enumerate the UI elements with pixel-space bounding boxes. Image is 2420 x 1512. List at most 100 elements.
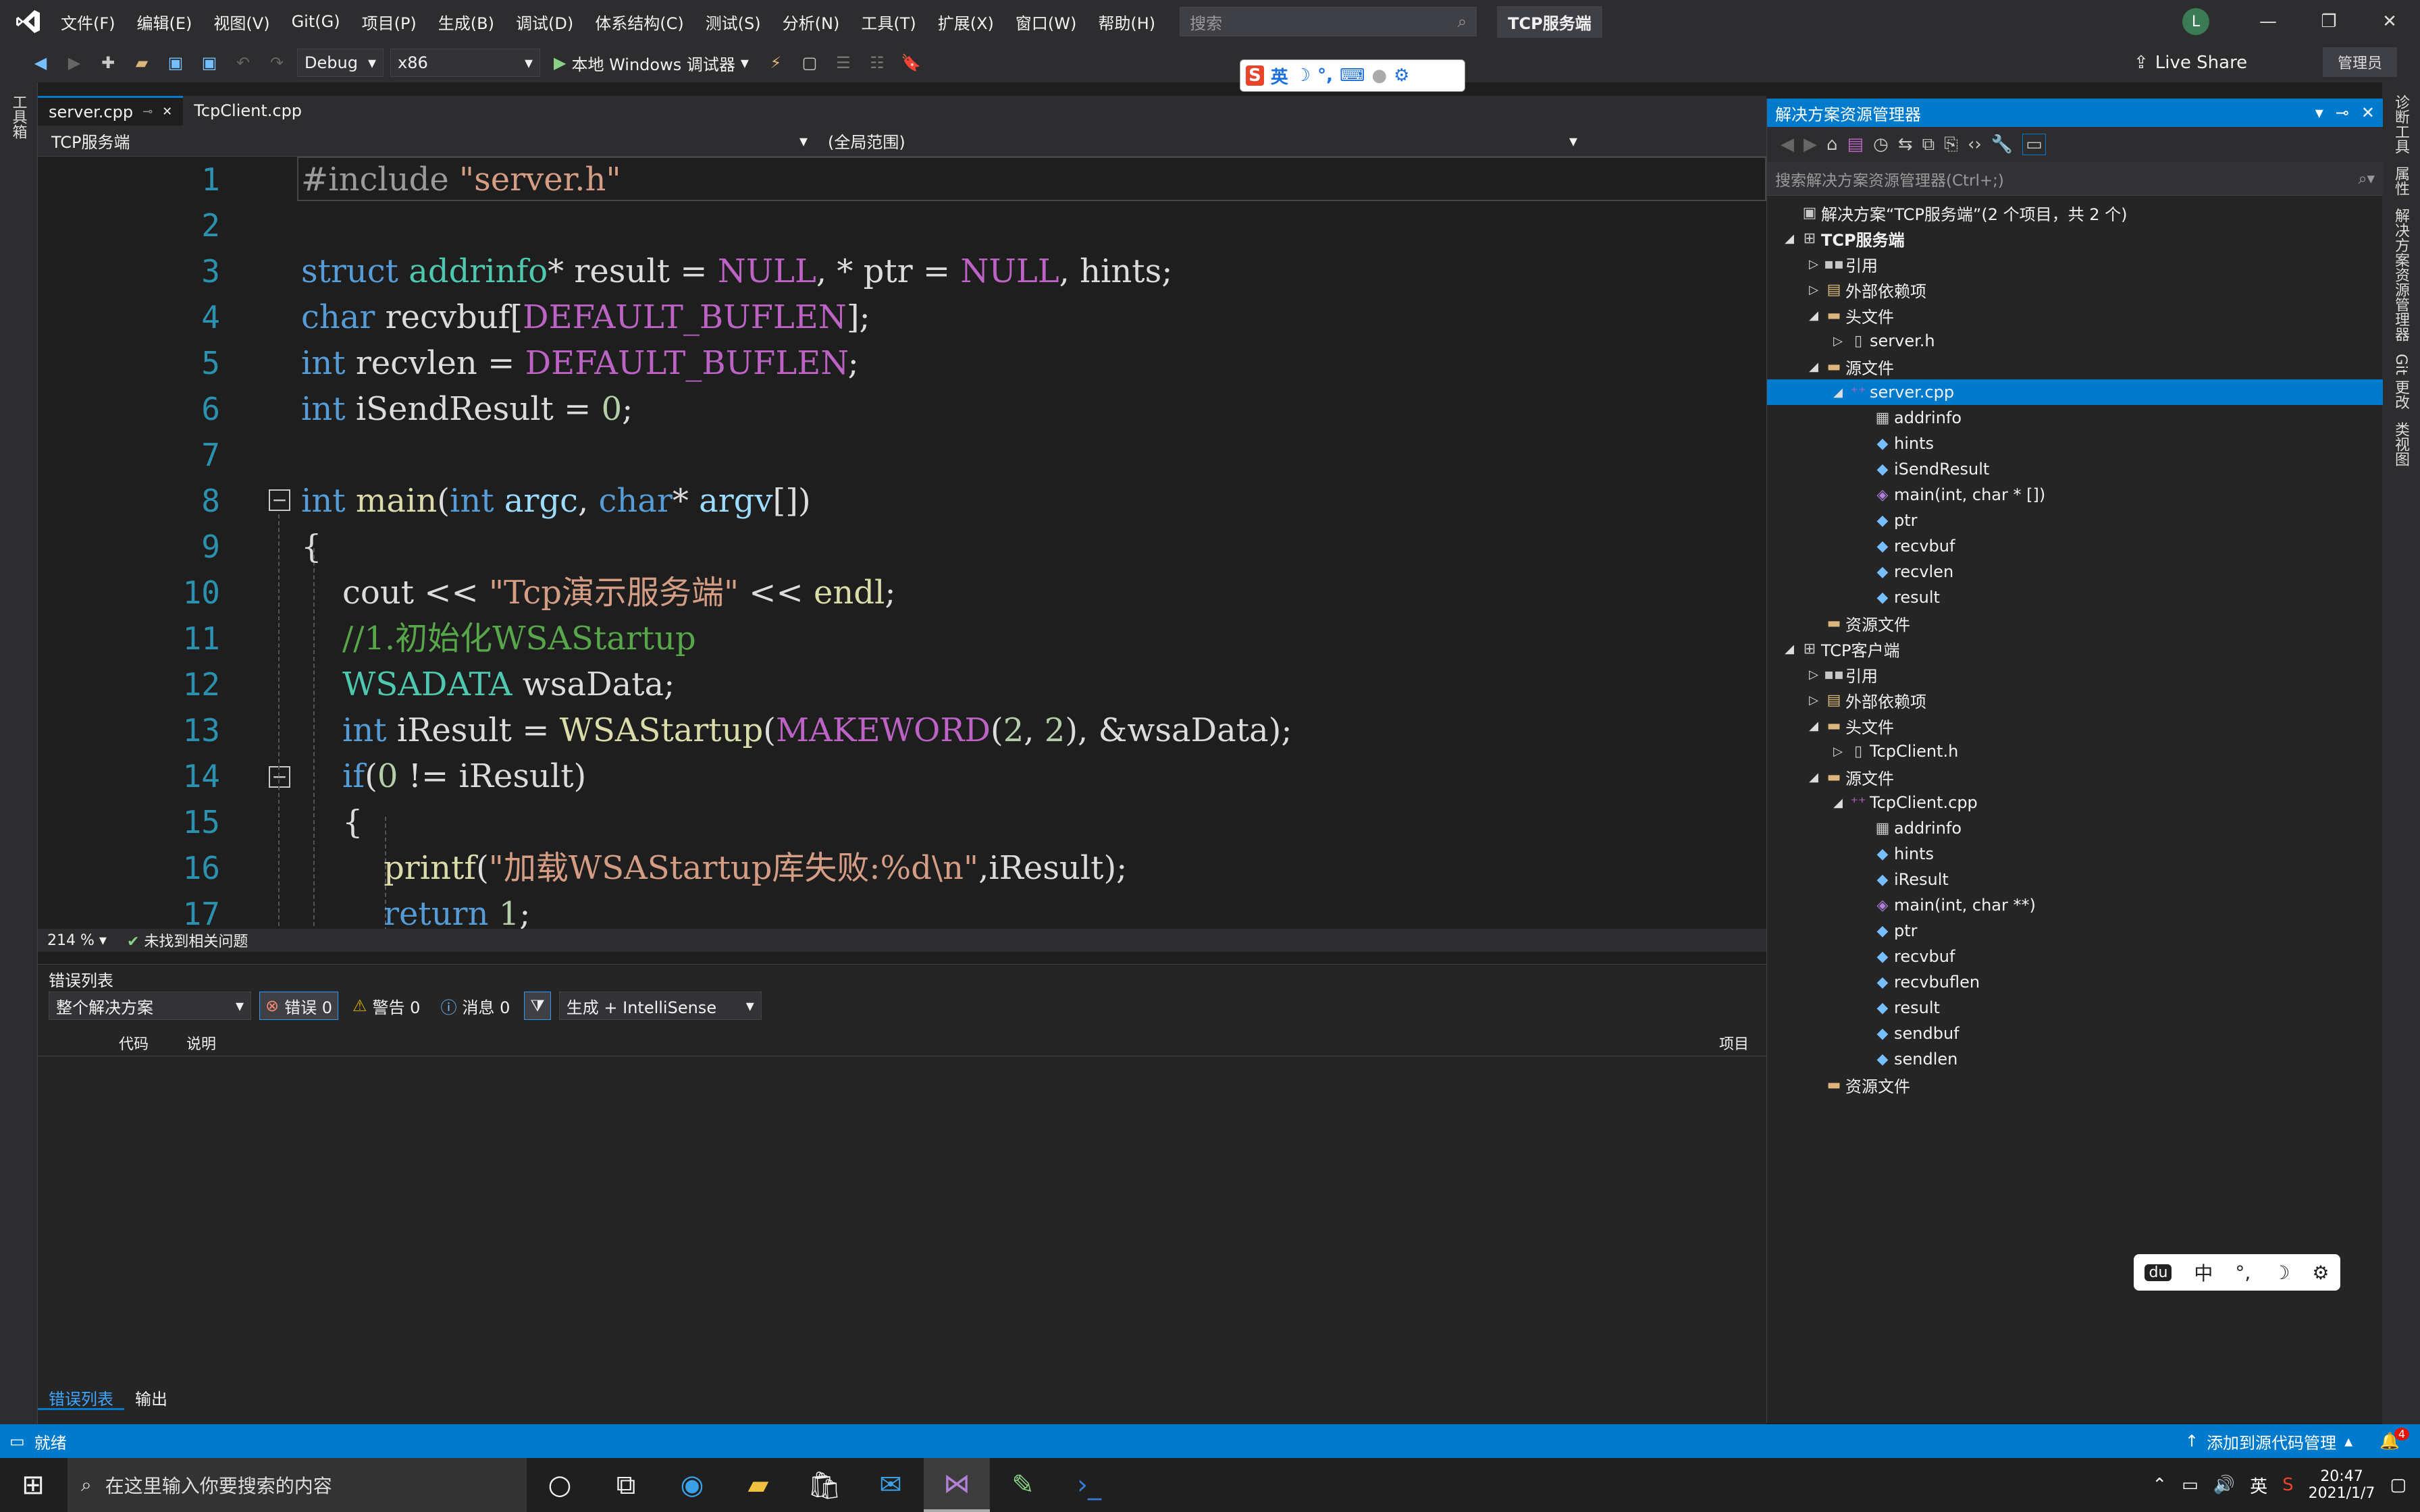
toolbox-tab[interactable]: 工具箱	[9, 94, 29, 139]
menu-item[interactable]: 视图(V)	[203, 10, 280, 34]
tree-item[interactable]: ◢ ⁺⁺ TcpClient.cpp	[1767, 790, 2383, 815]
tree-item[interactable]: ▬ 资源文件	[1767, 610, 2383, 636]
right-strip-tab[interactable]: 解决方案资源管理器	[2391, 208, 2411, 342]
add-to-source-control[interactable]: ↑ 添加到源代码管理 ▴	[2185, 1430, 2352, 1453]
close-icon[interactable]: ✕	[162, 105, 172, 119]
scope-select[interactable]: (全局范围) ▾	[821, 126, 1584, 155]
browser-link-icon[interactable]: ▢	[796, 49, 823, 76]
tree-item[interactable]: ◆ recvbuf	[1767, 944, 2383, 969]
collapse-all-icon[interactable]: ⧉	[1922, 134, 1935, 155]
tree-item[interactable]: ◆ ptr	[1767, 508, 2383, 533]
expander-icon[interactable]: ▷	[1829, 745, 1847, 759]
messages-filter-button[interactable]: ⓘ 消息 0	[434, 992, 516, 1020]
tree-item[interactable]: ◆ recvbuf	[1767, 533, 2383, 559]
tab-error-list[interactable]: 错误列表	[38, 1383, 124, 1410]
col-project[interactable]: 项目	[1719, 1032, 1749, 1054]
tree-item[interactable]: ◢ ⊞ TCP客户端	[1767, 636, 2383, 662]
forward-icon[interactable]: ▶	[1804, 134, 1817, 155]
tree-item[interactable]: ▷ ▯ server.h	[1767, 328, 2383, 354]
expander-icon[interactable]: ◢	[1805, 308, 1822, 323]
tree-item[interactable]: ◆ result	[1767, 995, 2383, 1021]
errors-filter-button[interactable]: ⊗ 错误 0	[259, 992, 339, 1020]
tree-item[interactable]: ◆ hints	[1767, 431, 2383, 456]
gear-icon[interactable]: ⚙	[2312, 1262, 2329, 1284]
tree-item[interactable]: ◆ recvlen	[1767, 559, 2383, 585]
comment-out-icon[interactable]: ☰	[830, 49, 857, 76]
restore-button[interactable]: ❐	[2298, 11, 2359, 32]
tree-item[interactable]: ▷ ▤ 外部依赖项	[1767, 687, 2383, 713]
menu-item[interactable]: 项目(P)	[351, 10, 427, 34]
tree-item[interactable]: ◈ main(int, char * [])	[1767, 482, 2383, 508]
visual-studio-logo-icon[interactable]	[7, 0, 50, 43]
clock[interactable]: 20:47 2021/1/7	[2309, 1468, 2375, 1502]
issues-indicator[interactable]: ✔ 未找到相关问题	[127, 929, 248, 951]
sync-icon[interactable]: ⇆	[1898, 134, 1913, 155]
filter-toggle-button[interactable]: ⧩	[524, 992, 551, 1020]
tree-item[interactable]: ◆ sendbuf	[1767, 1021, 2383, 1046]
minimize-button[interactable]: —	[2238, 11, 2298, 32]
start-debugging-button[interactable]: ▶ 本地 Windows 调试器 ▾	[547, 51, 756, 75]
tree-item[interactable]: ◈ main(int, char **)	[1767, 892, 2383, 918]
menu-item[interactable]: 调试(D)	[505, 10, 584, 34]
ime-float-lang[interactable]: 中	[2194, 1259, 2213, 1286]
switch-views-icon[interactable]: ▤	[1847, 134, 1864, 155]
tree-item[interactable]: ◆ ptr	[1767, 918, 2383, 944]
save-icon[interactable]: ▣	[162, 49, 189, 76]
sogou-tray-icon[interactable]: S	[2282, 1475, 2294, 1495]
expander-icon[interactable]: ◢	[1805, 770, 1822, 784]
preview-icon[interactable]: ▭	[2022, 134, 2046, 155]
app-icon[interactable]: ✎	[990, 1458, 1056, 1512]
ime-floating-bar[interactable]: du 中 °, ☽ ⚙	[2134, 1254, 2340, 1291]
menu-item[interactable]: 文件(F)	[50, 10, 126, 34]
search-box[interactable]: 搜索 ⌕	[1180, 7, 1477, 36]
tree-item[interactable]: ▦ addrinfo	[1767, 405, 2383, 431]
expander-icon[interactable]: ◢	[1805, 719, 1822, 733]
pending-changes-icon[interactable]: ◷	[1873, 134, 1889, 155]
network-icon[interactable]: ▭	[2182, 1475, 2199, 1495]
edge-icon[interactable]: ◉	[659, 1458, 725, 1512]
expander-icon[interactable]: ◢	[1805, 360, 1822, 374]
tree-item[interactable]: ◢ ▬ 头文件	[1767, 713, 2383, 738]
tree-item[interactable]: ▣ 解决方案“TCP服务端”(2 个项目，共 2 个)	[1767, 200, 2383, 225]
home-icon[interactable]: ⌂	[1826, 134, 1838, 155]
powershell-icon[interactable]: ›_	[1056, 1458, 1122, 1512]
taskbar-search[interactable]: ⌕ 在这里输入你要搜索的内容	[68, 1458, 527, 1512]
tray-ime[interactable]: 英	[2250, 1473, 2267, 1498]
tree-item[interactable]: ◆ result	[1767, 585, 2383, 610]
code-text[interactable]: #include "server.h" struct addrinfo* res…	[301, 157, 1292, 929]
right-strip-tab[interactable]: 属性	[2391, 166, 2411, 196]
menu-item[interactable]: Git(G)	[281, 12, 351, 31]
collapse-main-icon[interactable]: −	[269, 489, 290, 511]
code-editor[interactable]: 1 2 3 4 5 6 7 8 9 10 11 12 13 14 15 16 17 − − #include "…	[38, 157, 1766, 929]
task-view-icon[interactable]: ⧉	[593, 1458, 659, 1512]
action-center-icon[interactable]: ▢	[2390, 1475, 2406, 1495]
menu-item[interactable]: 测试(S)	[695, 10, 772, 34]
expander-icon[interactable]: ▷	[1805, 257, 1822, 271]
project-select[interactable]: TCP服务端 ▾	[45, 126, 814, 155]
tab-output[interactable]: 输出	[124, 1383, 178, 1410]
expander-icon[interactable]: ◢	[1781, 232, 1798, 246]
error-source-select[interactable]: 生成 + IntelliSense ▾	[558, 992, 762, 1020]
tree-item[interactable]: ◢ ▬ 头文件	[1767, 302, 2383, 328]
windows-start-icon[interactable]: ⊞	[0, 1458, 66, 1512]
chevron-up-icon[interactable]: ⌃	[2152, 1475, 2167, 1495]
bookmark-icon[interactable]: 🔖	[897, 49, 924, 76]
punctuation-icon[interactable]: °,	[1317, 65, 1333, 86]
menu-item[interactable]: 分析(N)	[772, 10, 851, 34]
tree-item[interactable]: ▷ ▪▪ 引用	[1767, 251, 2383, 277]
expander-icon[interactable]: ◢	[1829, 385, 1847, 400]
ime-toolbar[interactable]: S 英 ☽ °, ⌨ ● ⚙	[1240, 59, 1465, 92]
ime-lang[interactable]: 英	[1271, 63, 1288, 88]
mail-icon[interactable]: ✉	[858, 1458, 924, 1512]
tab-tcpclient-cpp[interactable]: TcpClient.cpp	[183, 96, 313, 126]
tree-item[interactable]: ◆ iSendResult	[1767, 456, 2383, 482]
configuration-select[interactable]: Debug ▾	[297, 49, 384, 77]
tab-server-cpp[interactable]: server.cpp ⊸ ✕	[38, 96, 184, 126]
pin-icon[interactable]: ⊸	[2336, 103, 2349, 122]
right-strip-tab[interactable]: Git 更改	[2391, 354, 2411, 410]
open-file-icon[interactable]: ▰	[128, 49, 155, 76]
tree-item[interactable]: ▦ addrinfo	[1767, 815, 2383, 841]
tree-item[interactable]: ▷ ▤ 外部依赖项	[1767, 277, 2383, 302]
collapse-if-icon[interactable]: −	[269, 766, 290, 788]
tree-item[interactable]: ◆ recvbuflen	[1767, 969, 2383, 995]
